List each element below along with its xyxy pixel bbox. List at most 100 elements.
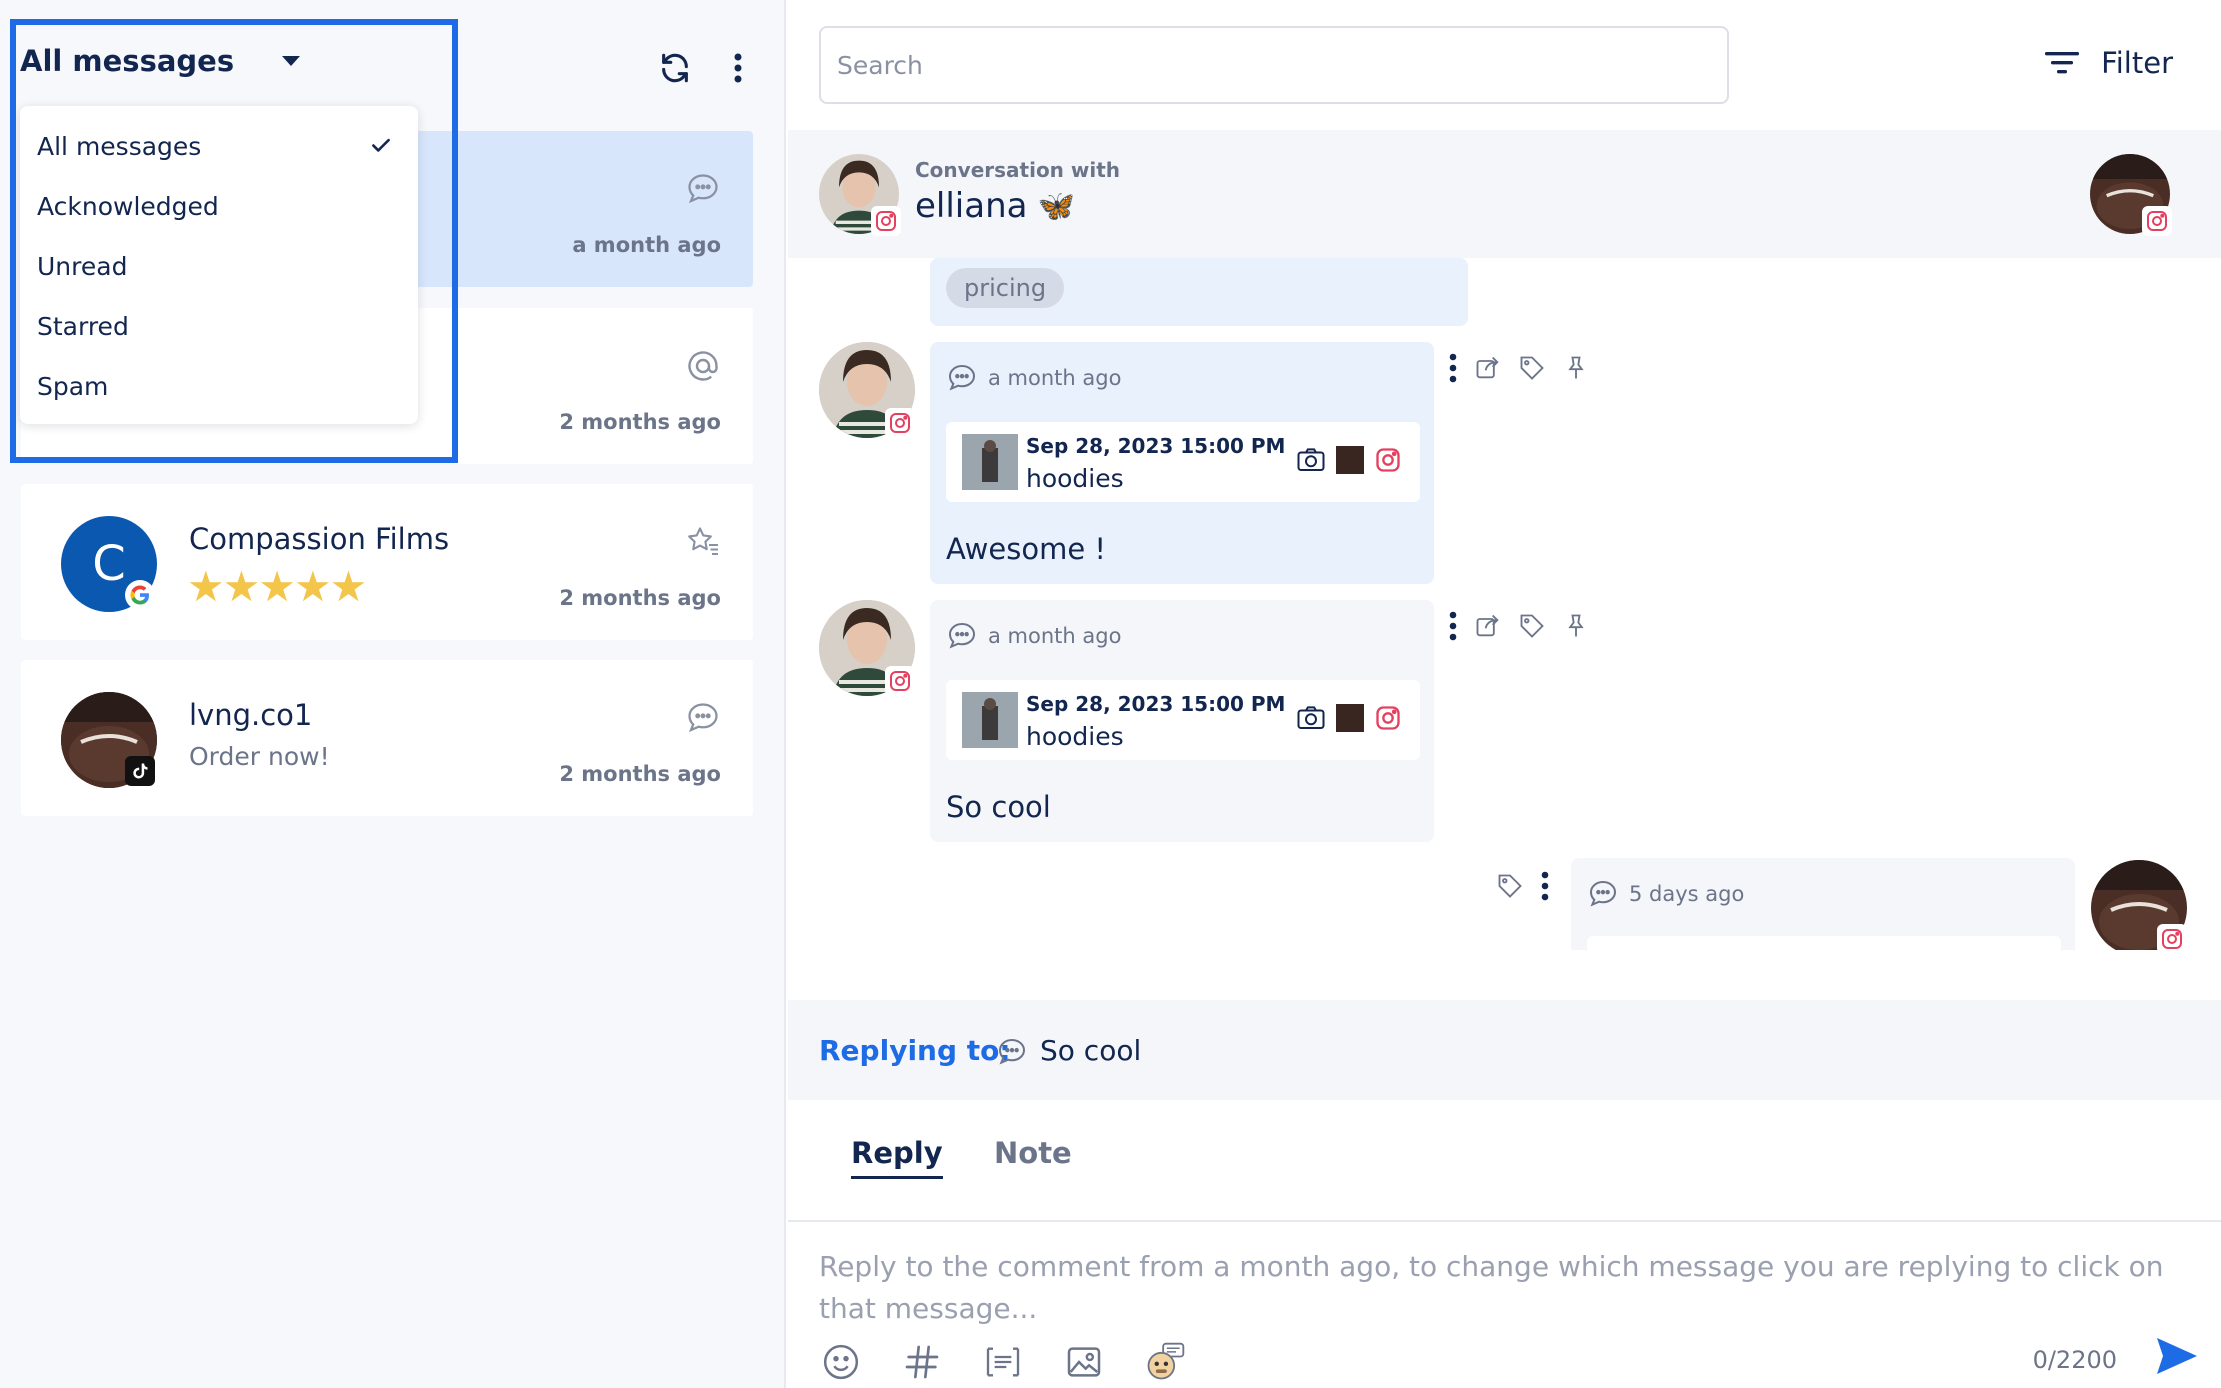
- review-icon: [685, 524, 721, 560]
- conversation-with-label: Conversation with: [915, 158, 1121, 182]
- message-text: Awesome !: [946, 532, 1107, 566]
- filter-option-spam[interactable]: Spam: [20, 356, 418, 416]
- more-options-icon[interactable]: [1448, 352, 1458, 384]
- butterfly-emoji: 🦋: [1037, 188, 1075, 224]
- message-actions: [1448, 352, 1590, 384]
- filter-option-acknowledged[interactable]: Acknowledged: [20, 176, 418, 236]
- caret-down-icon: [282, 56, 301, 66]
- conversation-title: elliana 🦋: [915, 186, 1075, 226]
- conversation-time: 2 months ago: [559, 762, 721, 786]
- account-thumb: [1336, 704, 1364, 732]
- mention-icon: [685, 348, 721, 384]
- pin-icon[interactable]: [1562, 354, 1590, 382]
- search-input[interactable]: [819, 26, 1729, 104]
- tag-icon[interactable]: [1518, 612, 1546, 640]
- conversation-time: 2 months ago: [559, 410, 721, 434]
- reply-composer: 0/2200: [788, 1220, 2221, 1388]
- message-bubble[interactable]: 5 days ago: [1571, 858, 2075, 950]
- tab-note[interactable]: Note: [994, 1136, 1072, 1176]
- post-date: Sep 28, 2023 15:00 PM: [1026, 434, 1286, 458]
- conversation-item[interactable]: C Compassion Films ★★★★★ 2 months ago: [21, 484, 753, 640]
- filter-button[interactable]: Filter: [2045, 46, 2173, 80]
- filter-button-label: Filter: [2101, 46, 2173, 80]
- filter-option-starred[interactable]: Starred: [20, 296, 418, 356]
- message-text: So cool: [946, 790, 1051, 824]
- instagram-icon: [2142, 206, 2172, 236]
- message-bubble[interactable]: a month ago Sep 28, 2023 15:00 PM hoodie…: [930, 600, 1434, 842]
- message-time: 5 days ago: [1629, 882, 1745, 906]
- message-meta: a month ago: [946, 620, 1121, 652]
- post-preview-card[interactable]: Sep 28, 2023 15:00 PM hoodies: [946, 422, 1420, 502]
- post-preview-card[interactable]: [1587, 936, 2061, 950]
- refresh-icon[interactable]: [655, 48, 695, 88]
- conversation-list-panel: All messages a month ago 2 months ago C: [0, 0, 786, 1388]
- character-counter: 0/2200: [2032, 1346, 2117, 1374]
- filter-option-label: Spam: [37, 371, 109, 401]
- tag-icon[interactable]: [1518, 354, 1546, 382]
- filter-dropdown-menu: All messages Acknowledged Unread Starred…: [20, 106, 418, 424]
- send-button[interactable]: [2153, 1334, 2201, 1382]
- saved-replies-icon[interactable]: [981, 1340, 1025, 1384]
- ai-assistant-icon[interactable]: [1143, 1340, 1187, 1384]
- replying-to-text: So cool: [1040, 1034, 1142, 1067]
- post-date: Sep 28, 2023 15:00 PM: [1026, 692, 1286, 716]
- instagram-icon: [885, 408, 915, 438]
- conversation-header: Conversation with elliana 🦋: [788, 130, 2221, 258]
- message-bubble[interactable]: a month ago Sep 28, 2023 15:00 PM hoodie…: [930, 342, 1434, 584]
- message-bubble[interactable]: pricing: [930, 258, 1468, 326]
- conversation-time: 2 months ago: [559, 586, 721, 610]
- comment-icon: [685, 171, 721, 207]
- conversation-name: lvng.co1: [189, 698, 313, 732]
- share-icon[interactable]: [1474, 354, 1502, 382]
- instagram-icon: [1376, 448, 1400, 472]
- filter-option-label: Acknowledged: [37, 191, 219, 221]
- message-meta: a month ago: [946, 362, 1121, 394]
- post-thumbnail: [962, 692, 1018, 748]
- pin-icon[interactable]: [1562, 612, 1590, 640]
- conversation-name: elliana: [915, 186, 1028, 226]
- replying-to-bar: Replying to: So cool: [788, 1000, 2221, 1100]
- tag-icon[interactable]: [1496, 872, 1524, 900]
- conversation-preview: Order now!: [189, 742, 330, 771]
- google-icon: [125, 580, 155, 610]
- reply-input[interactable]: [819, 1246, 2189, 1326]
- conversation-name: Compassion Films: [189, 522, 450, 556]
- comment-icon: [1589, 880, 1617, 907]
- more-options-icon[interactable]: [718, 48, 758, 88]
- hashtag-icon[interactable]: [900, 1340, 944, 1384]
- message-filter-select[interactable]: All messages: [20, 44, 301, 78]
- message-meta: 5 days ago: [1587, 878, 1744, 910]
- conversation-time: a month ago: [572, 233, 721, 257]
- filter-option-label: Starred: [37, 311, 129, 341]
- instagram-icon: [1376, 706, 1400, 730]
- image-icon[interactable]: [1062, 1340, 1106, 1384]
- composer-tabs: Reply Note: [788, 1100, 2221, 1220]
- tag-chip[interactable]: pricing: [946, 268, 1065, 308]
- conversation-item[interactable]: lvng.co1 Order now! 2 months ago: [21, 660, 753, 816]
- post-preview-card[interactable]: Sep 28, 2023 15:00 PM hoodies: [946, 680, 1420, 760]
- filter-lines-icon: [2045, 52, 2080, 74]
- tab-reply[interactable]: Reply: [851, 1136, 943, 1179]
- camera-icon: [1297, 448, 1325, 471]
- comment-icon: [948, 622, 976, 649]
- filter-option-all-messages[interactable]: All messages: [20, 116, 418, 176]
- filter-option-label: All messages: [37, 131, 202, 161]
- conversation-panel: Filter pricing a month ago Sep 28, 2023 …: [788, 0, 2221, 1388]
- filter-option-unread[interactable]: Unread: [20, 236, 418, 296]
- account-thumb: [1336, 446, 1364, 474]
- emoji-icon[interactable]: [819, 1340, 863, 1384]
- message-time: a month ago: [988, 366, 1122, 390]
- message-time: a month ago: [988, 624, 1122, 648]
- more-options-icon[interactable]: [1448, 610, 1458, 642]
- share-icon[interactable]: [1474, 612, 1502, 640]
- filter-select-label: All messages: [20, 44, 235, 78]
- comment-icon: [685, 700, 721, 736]
- more-options-icon[interactable]: [1540, 870, 1550, 902]
- comment-icon: [948, 364, 976, 391]
- replying-to-label: Replying to:: [819, 1034, 1011, 1067]
- star-rating: ★★★★★: [187, 562, 367, 611]
- instagram-icon: [885, 666, 915, 696]
- camera-icon: [1297, 706, 1325, 729]
- comment-icon: [998, 1038, 1026, 1065]
- message-actions: [1448, 610, 1590, 642]
